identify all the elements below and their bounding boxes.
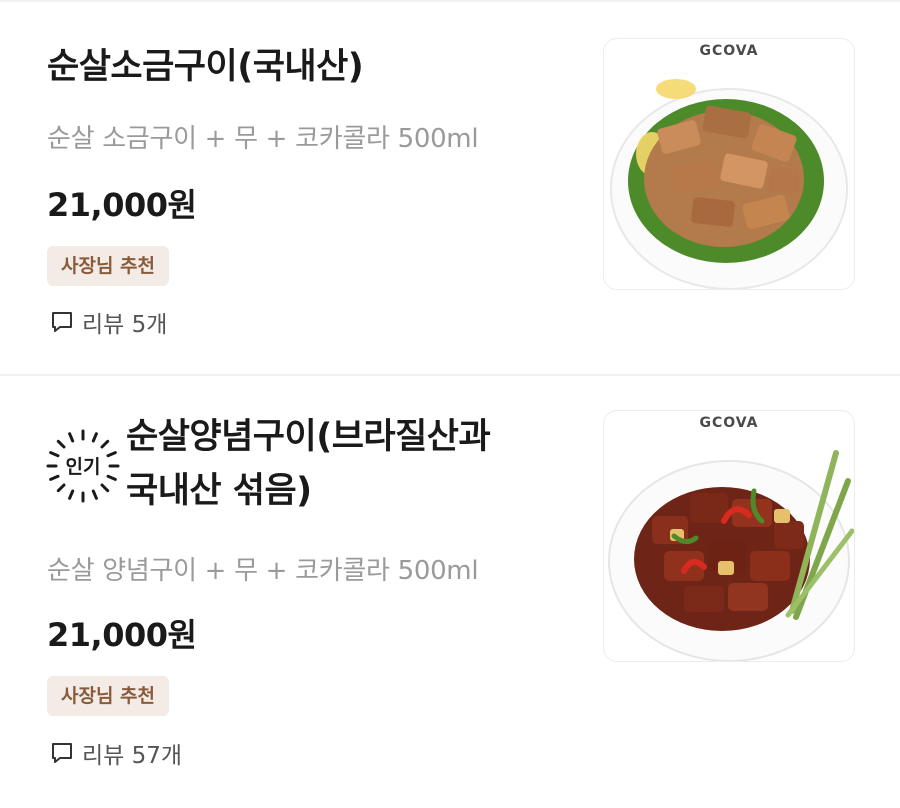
menu-item-photo[interactable]: GCOVA (603, 38, 855, 290)
popular-badge: 인기 (45, 428, 121, 504)
review-link[interactable]: 리뷰 57개 (50, 736, 182, 770)
menu-item-description: 순살 양념구이 + 무 + 코카콜라 500ml (47, 556, 479, 586)
menu-item-title-line1: 순살양념구이(브라질산과 (126, 417, 491, 457)
review-count: 리뷰 5개 (82, 312, 168, 338)
speech-bubble-icon (52, 312, 72, 332)
menu-item-spicy-marinated[interactable]: 인기 순살양념구이(브라질산과 국내산 섞음) 순살 양념구이 + 무 + 코카… (0, 376, 900, 808)
menu-item-price: 21,000원 (47, 186, 197, 224)
popular-label: 인기 (65, 456, 101, 478)
menu-item-description: 순살 소금구이 + 무 + 코카콜라 500ml (47, 124, 479, 154)
menu-item-salt-grilled[interactable]: 순살소금구이(국내산) 순살 소금구이 + 무 + 코카콜라 500ml 21,… (0, 0, 900, 374)
spicy-marinated-pork-photo-icon (608, 450, 854, 661)
salt-grilled-pork-photo-icon (610, 79, 848, 289)
speech-bubble-icon (52, 743, 72, 763)
owner-recommend-badge: 사장님 추천 (47, 676, 170, 716)
review-count: 리뷰 57개 (82, 743, 183, 769)
menu-item-price: 21,000원 (47, 616, 197, 654)
menu-item-title: 순살양념구이(브라질산과 국내산 섞음) (126, 410, 491, 518)
review-link[interactable]: 리뷰 5개 (50, 305, 167, 339)
menu-item-title: 순살소금구이(국내산) (47, 47, 364, 87)
menu-item-photo[interactable]: GCOVA (603, 410, 855, 662)
menu-item-title-line2: 국내산 섞음) (126, 471, 312, 511)
owner-recommend-badge: 사장님 추천 (47, 246, 170, 286)
